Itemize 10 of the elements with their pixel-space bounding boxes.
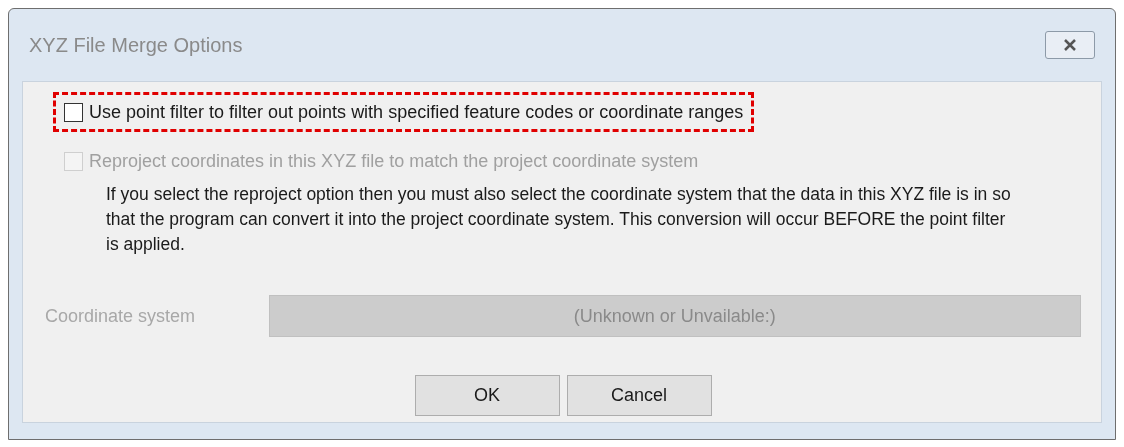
dialog-button[interactable]: OK <box>414 375 560 416</box>
close-icon <box>1062 38 1078 52</box>
checkbox[interactable] <box>64 102 83 122</box>
close-button[interactable] <box>1045 31 1095 59</box>
option-label: Reproject coordinates in this XYZ file to match the project coordinate system <box>89 149 699 173</box>
dialog-button[interactable]: Cancel <box>566 375 712 416</box>
field-label: Coordinate system <box>45 304 197 328</box>
explanation-text: If you select the reproject option then you must also select the coordinate system that the data in this XYZ file is in so that the program can convert it into the project coordinate system. This conversion will occur BEFORE the point filter is applied. <box>106 183 1011 256</box>
window-title: XYZ File Merge Options <box>29 33 243 58</box>
option-label: Use point filter to filter out points with specified feature codes or coordinate ranges <box>89 100 744 124</box>
